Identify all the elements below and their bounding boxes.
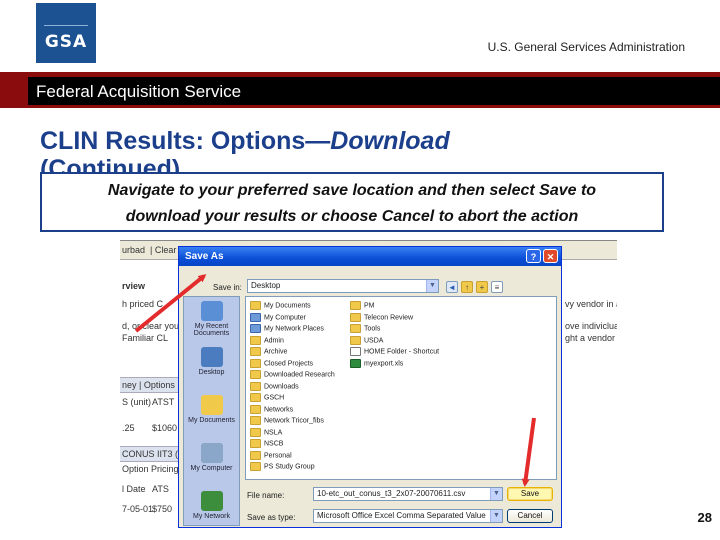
arrow-to-save-in (134, 274, 207, 333)
annotation-arrows (134, 274, 536, 487)
page-number: 28 (697, 510, 712, 525)
arrow-to-save-button (521, 417, 536, 487)
